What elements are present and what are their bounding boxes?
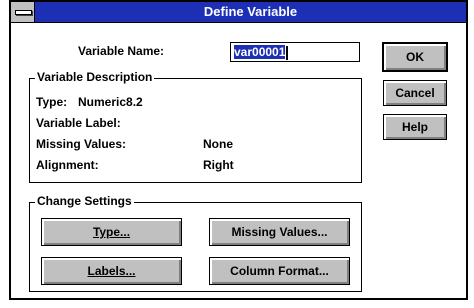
labels-button-label: Labels... <box>87 264 136 278</box>
ok-button[interactable]: OK <box>382 42 448 72</box>
missing-values-label: Missing Values: <box>36 137 127 151</box>
column-format-button-label: Column Format... <box>230 264 329 278</box>
define-variable-dialog: Define Variable Variable Name: var00001 … <box>9 0 468 300</box>
variable-name-value: var00001 <box>234 45 286 59</box>
alignment-label: Alignment: <box>36 158 99 172</box>
variable-description-group: Variable Description Type: Numeric8.2 Va… <box>29 70 362 183</box>
alignment-value: Right <box>203 158 234 172</box>
type-value: Numeric8.2 <box>78 95 143 109</box>
column-format-button[interactable]: Column Format... <box>209 257 350 285</box>
type-button-label: Type... <box>92 225 131 239</box>
missing-values-value: None <box>203 137 233 151</box>
system-menu-button[interactable] <box>11 2 35 22</box>
variable-name-label: Variable Name: <box>78 44 165 58</box>
variable-description-title: Variable Description <box>35 70 155 84</box>
change-settings-group: Change Settings Type... Missing Values..… <box>29 194 362 292</box>
change-settings-title: Change Settings <box>35 194 134 208</box>
missing-values-button-label: Missing Values... <box>231 225 328 239</box>
labels-button[interactable]: Labels... <box>41 257 182 285</box>
type-label: Type: <box>36 95 68 109</box>
text-caret <box>286 45 289 60</box>
variable-label-label: Variable Label: <box>36 116 121 130</box>
type-button[interactable]: Type... <box>41 218 182 246</box>
cancel-button[interactable]: Cancel <box>383 80 447 106</box>
dialog-title: Define Variable <box>203 4 298 19</box>
variable-name-input[interactable]: var00001 <box>230 42 360 62</box>
title-bar: Define Variable <box>11 2 466 23</box>
system-menu-icon <box>15 10 32 15</box>
missing-values-button[interactable]: Missing Values... <box>209 218 350 246</box>
help-button[interactable]: Help <box>383 114 447 140</box>
